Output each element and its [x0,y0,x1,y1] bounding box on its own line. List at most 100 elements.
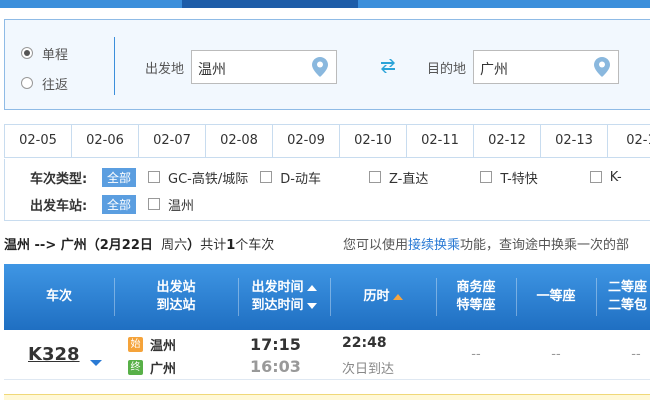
col-first-label: 一等座 [536,289,576,304]
col-second-label: 二等座 [608,280,648,295]
col-arrive-label: 到达时间 [251,298,304,313]
filter-t-checkbox[interactable]: T-特快 [480,168,538,187]
second-seat-availability: -- [631,347,641,362]
location-pin-icon[interactable] [312,57,328,77]
col-to-station: 到达站 [156,298,196,313]
to-input[interactable]: 广州 [473,50,619,84]
summary-close: ） [187,238,201,253]
train-type-filter: 车次类型: 全部 GC-高铁/城际 D-动车 Z-直达 T-特快 K- [30,167,634,187]
results-table-header: 车次 出发站 到达站 出发时间 到达时间 历时 商务座 特等座 一等座 二等座 … [4,264,650,330]
hint-prefix: 您可以使用 [343,238,409,253]
sort-depart-time[interactable]: 出发时间 [251,279,317,297]
one-way-radio[interactable] [21,47,33,59]
train-number-link[interactable]: K328 [28,344,80,365]
checkbox-box[interactable] [589,171,602,183]
notice-strip [4,394,650,400]
checkbox-box[interactable] [480,171,493,183]
summary-count-suffix: 个车次 [235,238,275,253]
filter-k-label: K- [609,169,622,185]
sort-arrive-time[interactable]: 到达时间 [251,297,317,315]
filter-gc-label: GC-高铁/城际 [168,171,249,187]
checkbox-box[interactable] [368,171,381,183]
checkbox-box[interactable] [148,171,161,183]
station-wenzhou-label: 温州 [168,198,195,214]
round-trip-radio[interactable] [21,77,33,89]
from-station-name: 温州 [150,339,177,354]
divider [114,37,115,95]
summary-date: 2月22日 [99,238,153,253]
first-seat-availability: -- [551,347,561,362]
date-tab[interactable]: 02-10 [340,125,407,157]
search-panel: 单程 往返 出发地 温州 目的地 广州 [4,19,650,110]
filter-t-label: T-特快 [500,171,538,187]
filter-panel: 车次类型: 全部 GC-高铁/城际 D-动车 Z-直达 T-特快 K- 出发车站… [4,159,650,221]
summary-route: 温州 --> 广州（ [4,238,100,253]
table-row: K328 始 温州 终 广州 17:15 16:03 22:48 次日到达 --… [4,330,650,380]
filter-d-label: D-动车 [280,171,321,187]
filter-d-checkbox[interactable]: D-动车 [260,168,321,187]
col-duration-label: 历时 [363,289,390,304]
from-value: 温州 [198,62,226,78]
train-type-all-button[interactable]: 全部 [102,167,137,187]
col-second-class: 二等座 二等包 [596,264,650,330]
col-special-label: 特等座 [456,298,496,313]
col-duration[interactable]: 历时 [330,264,436,330]
hint-suffix: 功能，查询途中换乘一次的部 [460,238,630,253]
col-second-box-label: 二等包 [608,298,648,313]
one-way-option[interactable]: 单程 [21,42,68,64]
summary-count-prefix: 共计 [200,238,227,253]
col-stations: 出发站 到达站 [114,264,238,330]
sort-up-icon[interactable] [306,284,317,291]
checkbox-box[interactable] [260,171,273,183]
col-depart-label: 出发时间 [251,280,304,295]
date-tab[interactable]: 02-09 [273,125,340,157]
col-times: 出发时间 到达时间 [238,264,330,330]
summary-count: 1 [226,238,236,253]
station-filter-label: 出发车站: [30,198,88,214]
date-tab[interactable]: 02-13 [541,125,608,157]
from-label: 出发地 [145,62,185,77]
checkbox-box[interactable] [148,198,161,210]
to-label: 目的地 [427,62,467,77]
train-type-label: 车次类型: [30,171,88,187]
round-trip-option[interactable]: 往返 [21,72,68,94]
date-tabs: 02-05 02-06 02-07 02-08 02-09 02-10 02-1… [4,124,650,158]
from-input[interactable]: 温州 [191,50,337,84]
date-tab[interactable]: 02-08 [206,125,273,157]
col-business-label: 商务座 [456,280,496,295]
result-summary: 温州 --> 广州（2月22日 周六）共计1个车次 您可以使用接续换乘功能，查询… [4,234,629,253]
transfer-link[interactable]: 接续换乘 [408,238,460,253]
arrive-time: 16:03 [250,357,301,376]
sort-up-icon[interactable] [392,293,403,300]
date-tab[interactable]: 02-12 [474,125,541,157]
chevron-down-icon[interactable] [90,360,102,366]
top-nav-bar [0,0,650,8]
col-train: 车次 [4,264,114,330]
station-wenzhou-checkbox[interactable]: 温州 [148,195,194,214]
round-trip-label: 往返 [42,77,69,93]
to-station: 终 广州 [128,358,176,377]
col-first-class: 一等座 [516,264,596,330]
trip-type-group: 单程 往返 [21,42,68,102]
station-all-button[interactable]: 全部 [102,194,137,214]
filter-z-checkbox[interactable]: Z-直达 [368,168,429,187]
summary-weekday: 周六 [161,238,188,253]
sort-down-icon[interactable] [306,302,317,309]
filter-z-label: Z-直达 [388,171,429,187]
filter-gc-checkbox[interactable]: GC-高铁/城际 [148,168,248,187]
date-tab[interactable]: 02-05 [5,125,72,157]
depart-time: 17:15 [250,335,301,354]
swap-icon[interactable] [378,59,398,75]
location-pin-icon[interactable] [594,57,610,77]
filter-k-checkbox[interactable]: K- [589,169,622,185]
end-station-badge: 终 [128,360,143,375]
to-station-name: 广州 [150,362,177,377]
col-business: 商务座 特等座 [436,264,516,330]
date-tab[interactable]: 02-1 [608,125,650,157]
top-nav-active-segment[interactable] [182,0,358,8]
date-tab[interactable]: 02-06 [72,125,139,157]
date-tab[interactable]: 02-11 [407,125,474,157]
date-tab[interactable]: 02-07 [139,125,206,157]
col-train-label: 车次 [45,289,72,304]
arrival-note: 次日到达 [342,362,395,377]
